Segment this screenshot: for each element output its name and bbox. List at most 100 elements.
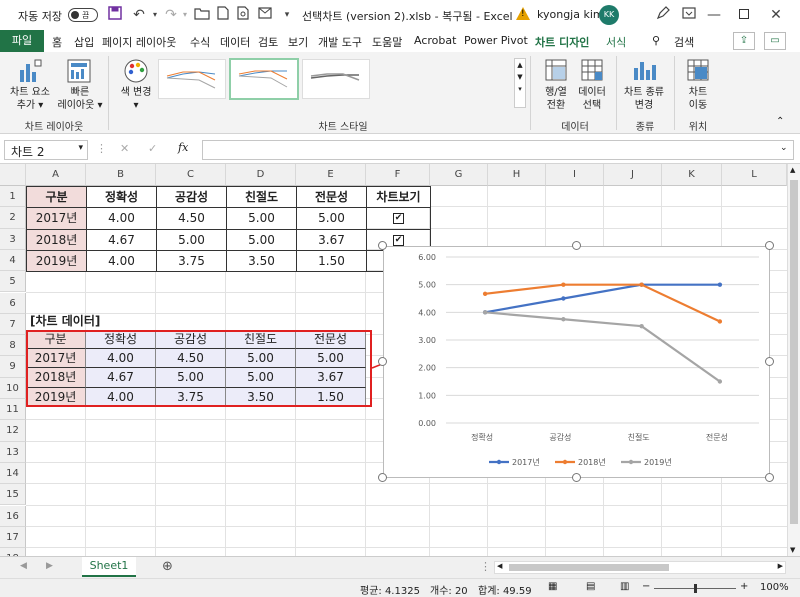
row-header[interactable]: 14 xyxy=(0,462,26,485)
collapse-ribbon-icon[interactable]: ⌃ xyxy=(776,116,784,127)
chart-resize-handle[interactable] xyxy=(571,241,581,250)
table-header-cell[interactable]: 전문성 xyxy=(296,186,367,209)
column-header[interactable]: A xyxy=(26,164,86,186)
column-header[interactable]: E xyxy=(296,164,366,186)
minimize-icon[interactable]: — xyxy=(705,6,723,24)
table-cell[interactable]: 3.75 xyxy=(156,249,227,273)
normal-view-icon[interactable]: ▦ xyxy=(548,581,557,592)
tab-acrobat[interactable]: Acrobat xyxy=(414,34,456,47)
name-box-dropdown-icon[interactable]: ▾ xyxy=(78,143,83,153)
pen-icon[interactable] xyxy=(654,6,672,24)
table-cell[interactable]: 1.50 xyxy=(296,249,367,273)
table-cell[interactable]: 5.00 xyxy=(226,207,297,230)
move-chart-button[interactable]: 차트 이동 xyxy=(676,86,720,112)
tab-file[interactable]: 파일 xyxy=(0,30,44,52)
search-icon[interactable]: ⚲ xyxy=(652,34,660,47)
save-icon[interactable] xyxy=(106,6,124,24)
column-header[interactable]: J xyxy=(604,164,662,186)
formula-input[interactable] xyxy=(202,140,794,160)
row-header[interactable]: 3 xyxy=(0,228,26,250)
share-icon[interactable]: ⇪ xyxy=(733,32,755,50)
autosave-toggle[interactable]: 끔 xyxy=(68,8,98,22)
table-header-cell[interactable]: 친절도 xyxy=(226,186,297,209)
show-chart-checkbox[interactable]: ✔ xyxy=(393,234,404,246)
column-header[interactable]: C xyxy=(156,164,226,186)
switch-row-column-button[interactable]: 행/열 전환 xyxy=(536,86,576,112)
table-cell[interactable]: 2019년 xyxy=(26,249,87,273)
tab-data[interactable]: 데이터 xyxy=(220,34,250,50)
table-header-cell[interactable]: 차트보기 xyxy=(366,186,431,209)
select-all-corner[interactable] xyxy=(0,164,26,186)
row-header[interactable]: 16 xyxy=(0,505,26,527)
open-folder-icon[interactable] xyxy=(193,6,211,24)
table-cell[interactable]: 5.00 xyxy=(296,207,367,230)
column-header[interactable]: D xyxy=(226,164,296,186)
row-header[interactable]: 1 xyxy=(0,186,26,208)
horizontal-scrollbar[interactable]: ◀ ▶ xyxy=(494,561,786,574)
table-header-cell[interactable]: 정확성 xyxy=(86,186,157,209)
table-cell[interactable]: 5.00 xyxy=(226,228,297,251)
row-header[interactable]: 11 xyxy=(0,399,26,421)
redo-dropdown-icon[interactable]: ▾ xyxy=(176,6,194,24)
table-cell[interactable]: 4.50 xyxy=(156,207,227,230)
h-scroll-thumb[interactable] xyxy=(509,564,669,571)
row-header[interactable]: 13 xyxy=(0,441,26,463)
chart-resize-handle[interactable] xyxy=(378,241,387,250)
chart-resize-handle[interactable] xyxy=(765,241,774,250)
add-sheet-icon[interactable]: ⊕ xyxy=(162,559,173,574)
maximize-icon[interactable] xyxy=(735,6,753,24)
table-cell[interactable]: 5.00 xyxy=(156,228,227,251)
chart-resize-handle[interactable] xyxy=(571,473,581,482)
tab-view[interactable]: 보기 xyxy=(288,34,308,50)
row-header[interactable]: 12 xyxy=(0,420,26,442)
table-cell[interactable]: 3.50 xyxy=(226,249,297,273)
scroll-left-icon[interactable]: ◀ xyxy=(497,562,502,570)
row-header[interactable]: 10 xyxy=(0,377,26,399)
row-header[interactable]: 9 xyxy=(0,356,26,378)
scroll-right-icon[interactable]: ▶ xyxy=(778,562,783,570)
close-icon[interactable]: ✕ xyxy=(767,6,785,24)
chart-style-1[interactable] xyxy=(158,59,226,99)
chart-resize-handle[interactable] xyxy=(765,357,774,366)
quick-layout-button[interactable]: 빠른 레이아웃 ▾ xyxy=(54,86,106,112)
confirm-icon[interactable]: ✓ xyxy=(148,142,157,155)
row-header[interactable]: 7 xyxy=(0,313,26,336)
table-cell[interactable]: 2018년 xyxy=(26,228,87,251)
column-header[interactable]: G xyxy=(430,164,488,186)
ribbon-display-icon[interactable] xyxy=(680,6,698,24)
chart-style-2-selected[interactable] xyxy=(229,58,299,100)
tab-insert[interactable]: 삽입 xyxy=(74,34,94,50)
add-chart-element-button[interactable]: 차트 요소 추가 ▾ xyxy=(4,86,56,112)
zoom-slider-thumb[interactable] xyxy=(694,584,697,593)
row-header[interactable]: 8 xyxy=(0,335,26,357)
sheet-tab-sheet1[interactable]: Sheet1 xyxy=(82,557,136,577)
expand-formula-icon[interactable]: ⌄ xyxy=(780,143,788,153)
new-file-icon[interactable] xyxy=(214,6,232,24)
zoom-level[interactable]: 100% xyxy=(760,582,789,593)
table-cell[interactable]: 2017년 xyxy=(26,207,87,230)
tab-chart-design[interactable]: 차트 디자인 xyxy=(535,34,590,56)
row-header[interactable]: 18 xyxy=(0,548,26,556)
tab-developer[interactable]: 개발 도구 xyxy=(318,34,362,50)
search-label[interactable]: 검색 xyxy=(674,34,694,50)
customize-toolbar-icon[interactable]: ▾ xyxy=(278,6,296,24)
name-box[interactable]: 차트 2 ▾ xyxy=(4,140,88,160)
tab-review[interactable]: 검토 xyxy=(258,34,278,50)
column-header[interactable]: B xyxy=(86,164,156,186)
tab-help[interactable]: 도움말 xyxy=(372,34,402,50)
chart-resize-handle[interactable] xyxy=(765,473,774,482)
tab-page-layout[interactable]: 페이지 레이아웃 xyxy=(102,34,176,50)
next-sheet-icon[interactable]: ▶ xyxy=(46,561,53,571)
tab-formulas[interactable]: 수식 xyxy=(190,34,210,50)
column-header[interactable]: F xyxy=(366,164,430,186)
select-data-button[interactable]: 데이터 선택 xyxy=(572,86,612,112)
table-header-cell[interactable]: 구분 xyxy=(26,186,87,209)
tab-home[interactable]: 홈 xyxy=(52,34,62,50)
print-preview-icon[interactable] xyxy=(234,6,252,24)
row-header[interactable]: 5 xyxy=(0,271,26,293)
zoom-out-icon[interactable]: − xyxy=(642,581,650,592)
comments-icon[interactable]: ▭ xyxy=(764,32,786,50)
vertical-scrollbar[interactable]: ▲ ▼ xyxy=(787,164,800,556)
gallery-scroll[interactable]: ▲ ▼ ▾ xyxy=(514,58,526,108)
change-colors-button[interactable]: 색 변경 ▾ xyxy=(114,86,158,112)
